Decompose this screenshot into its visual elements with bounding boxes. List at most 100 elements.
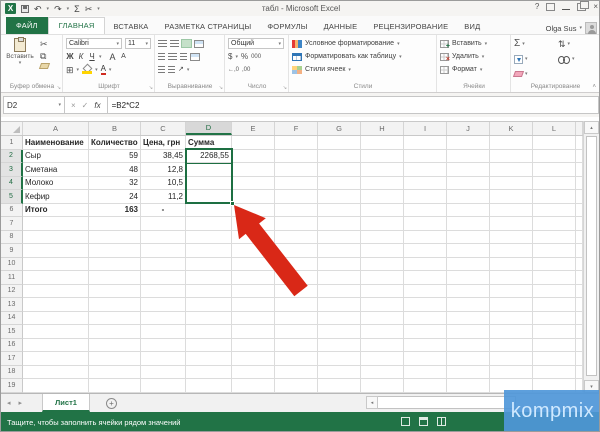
col-header-B[interactable]: B	[89, 122, 141, 135]
cell-I1[interactable]	[404, 136, 447, 150]
cell-E16[interactable]	[232, 339, 275, 353]
cell-L3[interactable]	[533, 163, 576, 177]
cell-C12[interactable]	[141, 285, 186, 299]
cell-J4[interactable]	[447, 177, 490, 191]
cell-I7[interactable]	[404, 217, 447, 231]
sheet-nav-left-icon[interactable]: ◂	[1, 394, 17, 412]
row-header-3[interactable]: 3	[1, 163, 23, 177]
cell-G5[interactable]	[318, 190, 361, 204]
cell-B11[interactable]	[89, 271, 141, 285]
col-header-L[interactable]: L	[533, 122, 576, 135]
font-dialog-launcher-icon[interactable]: ↘	[149, 86, 153, 91]
cell-C7[interactable]	[141, 217, 186, 231]
borders-icon[interactable]: ⊞	[66, 65, 74, 75]
cell-F10[interactable]	[275, 258, 318, 272]
cell-A17[interactable]	[23, 352, 89, 366]
cell-I6[interactable]	[404, 204, 447, 218]
cell-J7[interactable]	[447, 217, 490, 231]
cell-E13[interactable]	[232, 298, 275, 312]
font-color-icon[interactable]: А	[101, 65, 106, 75]
cell-J19[interactable]	[447, 379, 490, 393]
cell-K13[interactable]	[490, 298, 533, 312]
decrease-indent-icon[interactable]	[158, 66, 165, 73]
align-middle-button[interactable]	[170, 40, 179, 47]
format-painter-icon[interactable]	[39, 63, 50, 69]
col-header-I[interactable]: I	[404, 122, 447, 135]
cell-F3[interactable]	[275, 163, 318, 177]
cell-C14[interactable]	[141, 312, 186, 326]
cell-A18[interactable]	[23, 366, 89, 380]
insert-cells-button[interactable]: Вставить ▾	[440, 37, 508, 50]
cell-J15[interactable]	[447, 325, 490, 339]
fill-color-caret-icon[interactable]: ▾	[95, 67, 98, 73]
cell-K1[interactable]	[490, 136, 533, 150]
cell-F6[interactable]	[275, 204, 318, 218]
collapse-ribbon-icon[interactable]: ˄	[592, 84, 596, 90]
align-top-button[interactable]	[158, 40, 167, 47]
cell-L2[interactable]	[533, 150, 576, 164]
cell-B10[interactable]	[89, 258, 141, 272]
cell-L9[interactable]	[533, 244, 576, 258]
cell-L16[interactable]	[533, 339, 576, 353]
cell-H12[interactable]	[361, 285, 404, 299]
cell-D5[interactable]	[186, 190, 232, 204]
enter-entry-icon[interactable]: ✓	[82, 101, 89, 110]
cell-I16[interactable]	[404, 339, 447, 353]
cell-K10[interactable]	[490, 258, 533, 272]
cell-D1[interactable]: Сумма	[186, 136, 232, 150]
cell-G13[interactable]	[318, 298, 361, 312]
cell-A11[interactable]	[23, 271, 89, 285]
cell-J13[interactable]	[447, 298, 490, 312]
name-box-caret-icon[interactable]: ▾	[58, 102, 61, 108]
cell-I8[interactable]	[404, 231, 447, 245]
cell-I5[interactable]	[404, 190, 447, 204]
cell-C5[interactable]: 11,2	[141, 190, 186, 204]
cell-G1[interactable]	[318, 136, 361, 150]
row-header-12[interactable]: 12	[1, 285, 23, 299]
font-color-caret-icon[interactable]: ▾	[109, 67, 112, 73]
cell-E11[interactable]	[232, 271, 275, 285]
cell-A13[interactable]	[23, 298, 89, 312]
cell-L12[interactable]	[533, 285, 576, 299]
row-header-10[interactable]: 10	[1, 258, 23, 272]
tab-data[interactable]: ДАННЫЕ	[316, 19, 366, 34]
cell-H14[interactable]	[361, 312, 404, 326]
grow-font-button[interactable]: А	[109, 52, 117, 62]
decrease-decimal-icon[interactable]: ,00	[242, 67, 250, 73]
cell-L5[interactable]	[533, 190, 576, 204]
cell-F5[interactable]	[275, 190, 318, 204]
cell-H19[interactable]	[361, 379, 404, 393]
restore-icon[interactable]	[577, 3, 586, 11]
cell-C13[interactable]	[141, 298, 186, 312]
cell-E3[interactable]	[232, 163, 275, 177]
cell-C10[interactable]	[141, 258, 186, 272]
row-header-4[interactable]: 4	[1, 177, 23, 191]
insert-function-icon[interactable]: fx	[94, 101, 100, 110]
cell-L8[interactable]	[533, 231, 576, 245]
cell-H17[interactable]	[361, 352, 404, 366]
cell-D10[interactable]	[186, 258, 232, 272]
help-icon[interactable]: ?	[535, 2, 539, 11]
cell-I12[interactable]	[404, 285, 447, 299]
cell-H15[interactable]	[361, 325, 404, 339]
customize-qat-icon[interactable]: ▾	[97, 6, 100, 12]
cell-K15[interactable]	[490, 325, 533, 339]
sort-filter-button[interactable]: ⇅ ▾	[558, 38, 597, 50]
cell-F4[interactable]	[275, 177, 318, 191]
cell-J8[interactable]	[447, 231, 490, 245]
cell-D15[interactable]	[186, 325, 232, 339]
cell-G17[interactable]	[318, 352, 361, 366]
merge-center-icon[interactable]	[190, 53, 200, 61]
cell-K5[interactable]	[490, 190, 533, 204]
wrap-text-icon[interactable]	[194, 40, 204, 48]
cell-G3[interactable]	[318, 163, 361, 177]
cell-G16[interactable]	[318, 339, 361, 353]
cell-B7[interactable]	[89, 217, 141, 231]
row-header-13[interactable]: 13	[1, 298, 23, 312]
cell-E7[interactable]	[232, 217, 275, 231]
cell-H2[interactable]	[361, 150, 404, 164]
fill-color-icon[interactable]	[82, 65, 92, 74]
cell-J1[interactable]	[447, 136, 490, 150]
cell-A19[interactable]	[23, 379, 89, 393]
cell-G9[interactable]	[318, 244, 361, 258]
